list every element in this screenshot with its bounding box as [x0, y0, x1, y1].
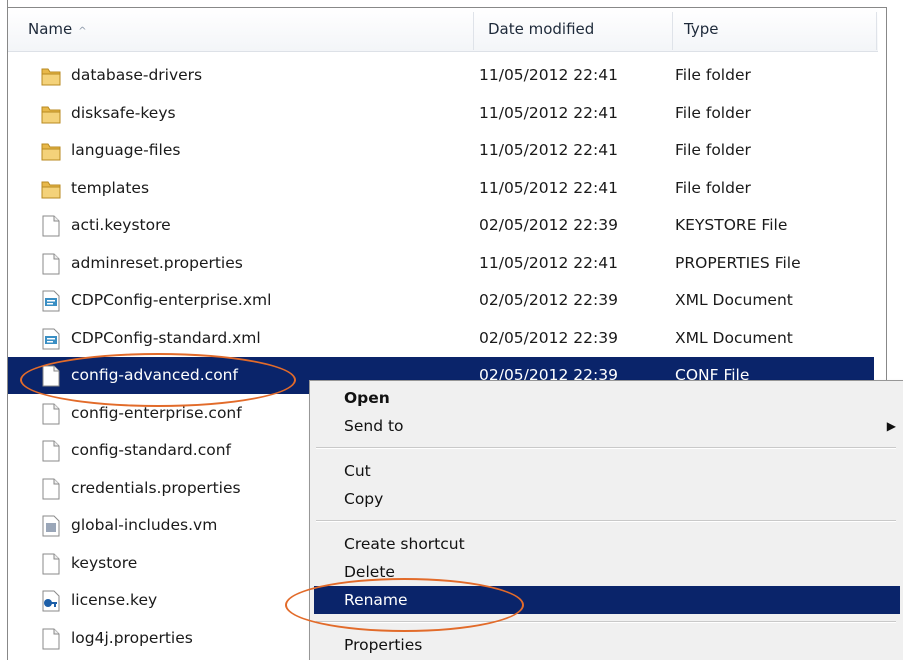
column-header-name-label: Name	[28, 20, 73, 38]
column-divider[interactable]	[876, 12, 877, 50]
file-type: File folder	[675, 141, 751, 159]
file-row[interactable]: acti.keystore 02/05/2012 22:39 KEYSTORE Fi…	[8, 207, 874, 244]
menu-separator	[316, 447, 896, 449]
menu-item-properties-label: Properties	[344, 636, 423, 654]
file-name: CDPConfig-enterprise.xml	[71, 291, 272, 309]
file-icon	[40, 252, 62, 276]
file-name: language-files	[71, 141, 181, 159]
file-date-modified: 11/05/2012 22:41	[479, 66, 618, 84]
file-name: license.key	[71, 591, 158, 609]
file-row[interactable]: adminreset.properties 11/05/2012 22:41 PRO…	[8, 245, 874, 282]
menu-item-properties[interactable]: Properties	[314, 631, 900, 659]
file-icon	[40, 477, 62, 501]
file-name: credentials.properties	[71, 478, 241, 497]
vm-file-icon	[40, 514, 62, 538]
file-date-modified: 02/05/2012 22:39	[479, 291, 618, 309]
folder-icon	[40, 64, 62, 88]
column-divider[interactable]	[672, 12, 673, 50]
file-icon	[40, 402, 62, 426]
menu-item-open[interactable]: Open	[314, 384, 900, 412]
menu-item-copy-label: Copy	[344, 490, 384, 508]
file-date-modified: 11/05/2012 22:41	[479, 103, 618, 122]
file-icon	[40, 552, 62, 576]
menu-item-cut[interactable]: Cut	[314, 457, 900, 485]
highlight-ellipse-rename	[285, 578, 524, 632]
key-file-icon	[40, 589, 62, 613]
menu-item-open-label: Open	[344, 389, 390, 407]
column-header-name[interactable]: Name ^	[28, 8, 87, 51]
file-name: database-drivers	[71, 66, 203, 84]
file-type: XML Document	[675, 291, 793, 309]
file-date-modified: 11/05/2012 22:41	[479, 141, 618, 159]
file-name: CDPConfig-standard.xml	[71, 328, 261, 347]
column-header-type[interactable]: Type	[684, 8, 718, 51]
file-name: keystore	[71, 553, 138, 572]
file-icon	[40, 627, 62, 651]
xml-file-icon	[40, 289, 62, 313]
menu-item-create-shortcut-label: Create shortcut	[344, 535, 465, 553]
file-name: log4j.properties	[71, 628, 193, 647]
column-header-bar: Name ^ Date modified Type	[8, 8, 878, 52]
highlight-ellipse-selected-file	[20, 353, 296, 407]
file-row[interactable]: disksafe-keys 11/05/2012 22:41 File folder	[8, 95, 874, 132]
file-row[interactable]: CDPConfig-standard.xml 02/05/2012 22:39 XM…	[8, 320, 874, 357]
menu-item-send-to[interactable]: Send to ▶	[314, 412, 900, 440]
file-row[interactable]: templates 11/05/2012 22:41 File folder	[8, 170, 874, 207]
file-name: global-includes.vm	[71, 516, 218, 534]
column-divider[interactable]	[473, 12, 474, 50]
file-type: KEYSTORE File	[675, 216, 788, 234]
file-icon	[40, 439, 62, 463]
file-date-modified: 02/05/2012 22:39	[479, 328, 618, 347]
menu-item-cut-label: Cut	[344, 462, 371, 480]
file-date-modified: 02/05/2012 22:39	[479, 216, 618, 234]
menu-item-send-to-label: Send to	[344, 417, 404, 435]
file-type: File folder	[675, 178, 751, 197]
folder-icon	[40, 139, 62, 163]
file-type: File folder	[675, 66, 751, 84]
file-date-modified: 11/05/2012 22:41	[479, 178, 618, 197]
menu-separator	[316, 520, 896, 522]
file-type: XML Document	[675, 328, 793, 347]
file-explorer-window: Name ^ Date modified Type database-driver…	[0, 0, 903, 660]
folder-icon	[40, 102, 62, 126]
submenu-arrow-icon: ▶	[886, 419, 896, 433]
column-header-date-modified[interactable]: Date modified	[488, 8, 594, 51]
file-name: config-standard.conf	[71, 441, 231, 459]
file-type: File folder	[675, 103, 751, 122]
file-date-modified: 11/05/2012 22:41	[479, 253, 618, 272]
file-row[interactable]: language-files 11/05/2012 22:41 File folde…	[8, 132, 874, 169]
xml-file-icon	[40, 327, 62, 351]
file-name: adminreset.properties	[71, 253, 243, 272]
file-name: acti.keystore	[71, 216, 171, 234]
file-row[interactable]: CDPConfig-enterprise.xml 02/05/2012 22:39…	[8, 282, 874, 319]
file-name: disksafe-keys	[71, 103, 176, 122]
file-name: templates	[71, 178, 150, 197]
file-icon	[40, 214, 62, 238]
folder-icon	[40, 177, 62, 201]
file-type: PROPERTIES File	[675, 253, 801, 272]
sort-ascending-icon: ^	[78, 26, 87, 37]
menu-item-copy[interactable]: Copy	[314, 485, 900, 513]
file-row[interactable]: database-drivers 11/05/2012 22:41 File fol…	[8, 57, 874, 94]
menu-item-create-shortcut[interactable]: Create shortcut	[314, 530, 900, 558]
